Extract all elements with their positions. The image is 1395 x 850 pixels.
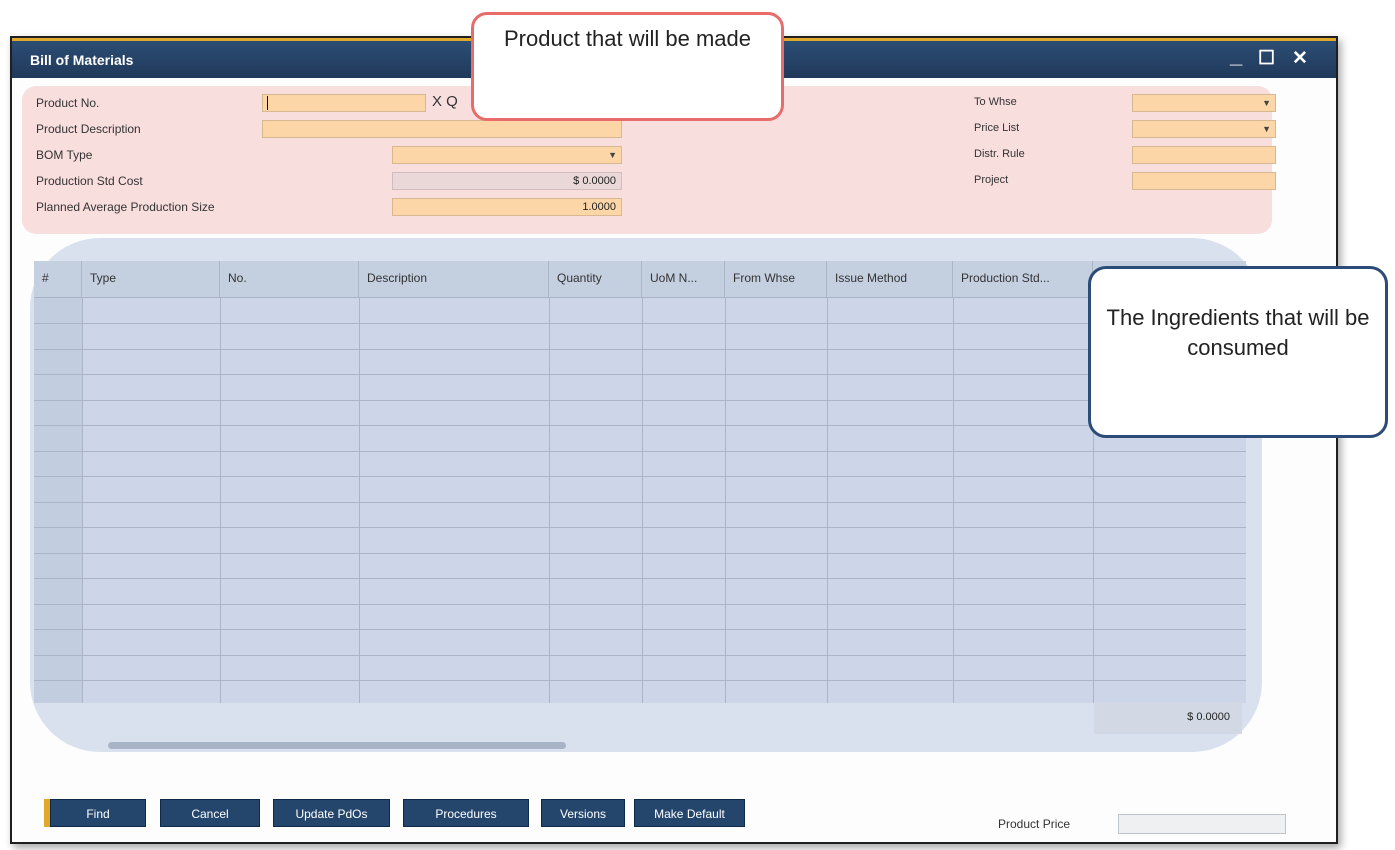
row-number-column (34, 297, 82, 703)
dropdown-arrow-icon: ▼ (608, 150, 617, 160)
column-header-from-whse[interactable]: From Whse (725, 261, 827, 297)
product-description-label: Product Description (36, 122, 141, 136)
to-whse-label: To Whse (974, 96, 1017, 108)
grid-row-line (34, 553, 1246, 554)
grid-row-line (34, 604, 1246, 605)
grid-column-line (549, 297, 550, 703)
grid-header: # Type No. Description Quantity UoM N...… (34, 261, 1246, 298)
column-header-uom[interactable]: UoM N... (642, 261, 725, 297)
callout-product: Product that will be made (471, 12, 784, 121)
to-whse-dropdown[interactable]: ▼ (1132, 94, 1276, 112)
grid-row-line (34, 476, 1246, 477)
price-list-dropdown[interactable]: ▼ (1132, 120, 1276, 138)
versions-button[interactable]: Versions (541, 799, 625, 827)
grid-total: $ 0.0000 (1094, 702, 1242, 734)
distr-rule-label: Distr. Rule (974, 148, 1025, 160)
components-grid[interactable]: # Type No. Description Quantity UoM N...… (34, 261, 1246, 703)
grid-column-line (220, 297, 221, 703)
grid-row-line (34, 502, 1246, 503)
minimize-icon[interactable]: _ (1230, 43, 1242, 69)
grid-row-line (34, 527, 1246, 528)
bom-window: Bill of Materials _ ☐ ✕ Product No. X Q … (10, 36, 1338, 844)
make-default-button[interactable]: Make Default (634, 799, 745, 827)
grid-row-line (34, 400, 1246, 401)
close-icon[interactable]: ✕ (1292, 46, 1308, 72)
grid-row-line (34, 349, 1246, 350)
project-field[interactable] (1132, 172, 1276, 190)
grid-row-line (34, 655, 1246, 656)
grid-column-line (827, 297, 828, 703)
grid-row-line (34, 680, 1246, 681)
bom-type-label: BOM Type (36, 148, 93, 162)
planned-average-size-label: Planned Average Production Size (36, 200, 215, 214)
column-header-issue-method[interactable]: Issue Method (827, 261, 953, 297)
distr-rule-field[interactable] (1132, 146, 1276, 164)
maximize-icon[interactable]: ☐ (1258, 46, 1275, 72)
procedures-button[interactable]: Procedures (403, 799, 529, 827)
text-caret (267, 96, 268, 110)
callout-ingredients: The Ingredients that will be consumed (1088, 266, 1388, 438)
window-title: Bill of Materials (30, 52, 134, 68)
find-button[interactable]: Find (50, 799, 146, 827)
project-label: Project (974, 174, 1009, 186)
column-header-production-std[interactable]: Production Std... (953, 261, 1093, 297)
column-header-description[interactable]: Description (359, 261, 549, 297)
grid-column-line (642, 297, 643, 703)
grid-row-line (34, 629, 1246, 630)
column-header-quantity[interactable]: Quantity (549, 261, 642, 297)
grid-column-line (953, 297, 954, 703)
product-no-field[interactable] (262, 94, 426, 112)
production-std-cost-label: Production Std Cost (36, 174, 143, 188)
grid-row-line (34, 425, 1246, 426)
bom-type-dropdown[interactable]: ▼ (392, 146, 622, 164)
column-header-row-number[interactable]: # (34, 261, 82, 297)
update-pdos-button[interactable]: Update PdOs (273, 799, 390, 827)
column-header-type[interactable]: Type (82, 261, 220, 297)
column-header-no[interactable]: No. (220, 261, 359, 297)
grid-row-line (34, 323, 1246, 324)
dropdown-arrow-icon: ▼ (1262, 124, 1271, 134)
horizontal-scrollbar[interactable] (108, 742, 566, 749)
price-list-label: Price List (974, 122, 1020, 134)
grid-row-line (34, 451, 1246, 452)
product-no-label: Product No. (36, 96, 100, 110)
production-std-cost-field: $ 0.0000 (392, 172, 622, 190)
grid-column-line (725, 297, 726, 703)
grid-row-line (34, 374, 1246, 375)
product-description-field[interactable] (262, 120, 622, 138)
cancel-button[interactable]: Cancel (160, 799, 260, 827)
grid-column-line (82, 297, 83, 703)
grid-column-line (359, 297, 360, 703)
planned-average-size-field[interactable]: 1.0000 (392, 198, 622, 216)
product-price-label: Product Price (998, 817, 1071, 831)
product-price-field (1118, 814, 1286, 834)
dropdown-arrow-icon: ▼ (1262, 98, 1271, 108)
grid-row-line (34, 578, 1246, 579)
x-quantity-label: X Q (432, 93, 458, 110)
